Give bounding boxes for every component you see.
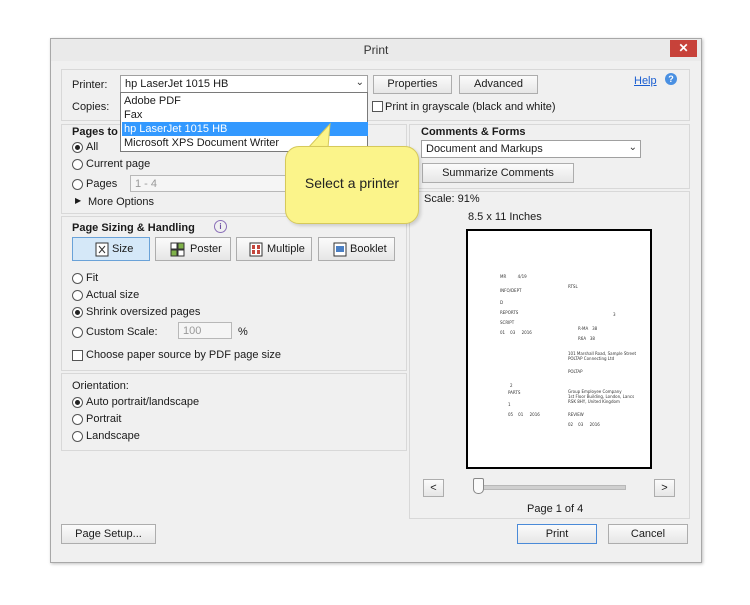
shrink-label: Shrink oversized pages xyxy=(86,306,201,318)
select-printer-tooltip: Select a printer xyxy=(285,146,419,224)
printer-option-adobe-pdf[interactable]: Adobe PDF xyxy=(122,94,368,108)
grayscale-checkbox[interactable] xyxy=(372,101,383,112)
preview-text-line: 2 xyxy=(510,383,513,388)
tab-booklet[interactable]: Booklet xyxy=(318,237,395,261)
landscape-radio[interactable] xyxy=(72,431,83,442)
booklet-icon xyxy=(333,242,347,257)
page-sizing-title: Page Sizing & Handling xyxy=(72,222,195,234)
custom-scale-label: Custom Scale: xyxy=(86,326,158,338)
preview-text-line: 3 xyxy=(613,312,616,317)
preview-text-line: 05 01 2016 xyxy=(508,412,540,417)
preview-text-line: INFO/DEPT xyxy=(500,288,522,293)
close-button[interactable]: ✕ xyxy=(670,40,697,57)
preview-text-line: SCRIPT xyxy=(500,320,515,325)
fit-label: Fit xyxy=(86,272,99,284)
pages-range-label: Pages xyxy=(86,178,118,190)
more-options-toggle[interactable]: More Options xyxy=(88,196,154,208)
tab-multiple[interactable]: Multiple xyxy=(236,237,312,261)
fit-radio[interactable] xyxy=(72,273,83,284)
title-bar: Print ✕ xyxy=(51,39,701,61)
preview-text-line: 02 03 2016 xyxy=(568,422,600,427)
portrait-radio[interactable] xyxy=(72,414,83,425)
help-link[interactable]: Help xyxy=(634,75,657,87)
printer-label: Printer: xyxy=(72,79,108,91)
poster-icon xyxy=(170,242,185,257)
printer-select[interactable]: hp LaserJet 1015 HB ⌄ xyxy=(120,75,368,93)
pages-current-radio[interactable] xyxy=(72,159,83,170)
pages-all-radio[interactable] xyxy=(72,142,83,153)
page-slider-track[interactable] xyxy=(476,485,626,490)
shrink-radio[interactable] xyxy=(72,307,83,318)
paper-size-label: 8.5 x 11 Inches xyxy=(468,211,542,223)
paper-source-label: Choose paper source by PDF page size xyxy=(86,349,282,361)
custom-scale-input[interactable]: 100 xyxy=(178,322,232,339)
preview-text-line: POLTAP Connecting Ltd xyxy=(568,356,615,361)
tab-booklet-label: Booklet xyxy=(350,243,387,255)
actual-size-radio[interactable] xyxy=(72,290,83,301)
help-icon[interactable]: ? xyxy=(665,73,677,85)
tab-size[interactable]: Size xyxy=(72,237,150,261)
comments-select[interactable]: Document and Markups ⌄ xyxy=(421,140,641,158)
preview-text-line: REVIEW xyxy=(568,412,584,417)
preview-text-line: RTSL xyxy=(568,284,578,289)
landscape-label: Landscape xyxy=(86,430,140,442)
tab-size-label: Size xyxy=(112,243,134,255)
page-indicator: Page 1 of 4 xyxy=(527,503,584,515)
printer-select-value: hp LaserJet 1015 HB xyxy=(125,78,229,90)
page-preview: MR 4/19 INFO/DEPT RTSL D REPORTS 3 SCRIP… xyxy=(466,229,652,469)
comments-title: Comments & Forms xyxy=(421,126,526,138)
paper-source-checkbox[interactable] xyxy=(72,350,83,361)
preview-text-line: MR 4/19 xyxy=(500,274,527,279)
pages-range-input[interactable]: 1 - 4 xyxy=(130,175,290,192)
tooltip-text: Select a printer xyxy=(304,175,400,191)
page-slider-thumb[interactable] xyxy=(473,478,484,494)
custom-scale-radio[interactable] xyxy=(72,327,83,338)
next-page-button[interactable]: > xyxy=(654,479,675,497)
dialog-title: Print xyxy=(363,43,389,57)
tab-poster[interactable]: Poster xyxy=(155,237,231,261)
chevron-down-icon: ⌄ xyxy=(628,142,637,153)
properties-button[interactable]: Properties xyxy=(373,75,452,94)
cancel-button[interactable]: Cancel xyxy=(608,524,688,544)
comments-select-value: Document and Markups xyxy=(426,143,543,155)
page-setup-button[interactable]: Page Setup... xyxy=(61,524,156,544)
preview-text-line: PARTS xyxy=(508,390,521,395)
preview-text-line: 1 xyxy=(508,402,511,407)
preview-text-line: R6A 38 xyxy=(578,336,595,341)
preview-text-line: POLTAP xyxy=(568,369,583,374)
pages-all-label: All xyxy=(86,141,99,153)
auto-orientation-label: Auto portrait/landscape xyxy=(86,396,200,408)
percent-sign: % xyxy=(238,326,248,338)
preview-text-line: R-MA 38 xyxy=(578,326,598,331)
print-button[interactable]: Print xyxy=(517,524,597,544)
size-icon xyxy=(95,242,109,257)
orientation-title: Orientation: xyxy=(72,380,129,392)
copies-label: Copies: xyxy=(72,101,110,113)
preview-text-line: D xyxy=(500,300,504,305)
grayscale-label: Print in grayscale (black and white) xyxy=(385,101,556,113)
pages-current-label: Current page xyxy=(86,158,151,170)
preview-text-line: REPORTS xyxy=(500,310,519,315)
preview-text-line: RSK 8HY, United Kingdom xyxy=(568,399,620,404)
info-icon[interactable]: i xyxy=(214,220,227,233)
scale-label: Scale: 91% xyxy=(424,193,480,205)
auto-orientation-radio[interactable] xyxy=(72,397,83,408)
actual-size-label: Actual size xyxy=(86,289,140,301)
pages-range-radio[interactable] xyxy=(72,179,83,190)
triangle-right-icon[interactable]: ▶ xyxy=(75,196,81,205)
preview-text-line: 01 03 2016 xyxy=(500,330,532,335)
chevron-down-icon: ⌄ xyxy=(355,77,364,88)
tab-poster-label: Poster xyxy=(190,243,222,255)
summarize-comments-button[interactable]: Summarize Comments xyxy=(422,163,574,183)
multiple-icon xyxy=(249,242,263,257)
portrait-label: Portrait xyxy=(86,413,122,425)
previous-page-button[interactable]: < xyxy=(423,479,444,497)
tab-multiple-label: Multiple xyxy=(267,243,305,255)
advanced-button[interactable]: Advanced xyxy=(459,75,538,94)
